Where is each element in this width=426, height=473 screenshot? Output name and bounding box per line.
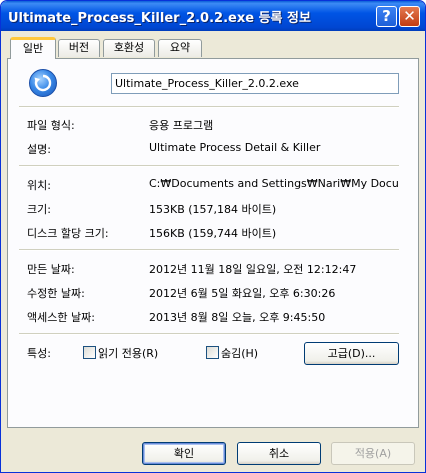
tab-general-label: 일반	[22, 42, 44, 55]
tab-general[interactable]: 일반	[10, 37, 56, 59]
tab-summary-label: 요약	[169, 41, 191, 54]
properties-dialog: Ultimate_Process_Killer_2.0.2.exe 등록 정보 …	[0, 0, 426, 473]
tab-compatibility[interactable]: 호환성	[103, 39, 155, 57]
modified-value: 2012년 6월 5일 화요일, 오후 6:30:26	[149, 287, 336, 300]
size-on-disk-label: 디스크 할당 크기:	[27, 227, 109, 240]
description-label: 설명:	[27, 143, 51, 156]
tab-summary[interactable]: 요약	[158, 39, 202, 57]
location-label: 위치:	[27, 179, 51, 192]
tab-version[interactable]: 버전	[58, 39, 100, 57]
ok-button-label: 확인	[173, 447, 195, 460]
file-type-label: 파일 형식:	[27, 119, 75, 132]
general-tab-panel	[7, 58, 419, 428]
readonly-label[interactable]: 읽기 전용(R)	[98, 345, 158, 361]
divider	[19, 333, 399, 335]
modified-label: 수정한 날짜:	[27, 287, 85, 300]
readonly-checkbox[interactable]	[83, 346, 96, 359]
refresh-arrows-icon	[29, 69, 57, 97]
help-icon: ?	[382, 7, 391, 25]
attributes-label: 특성:	[27, 347, 51, 360]
divider	[19, 165, 399, 167]
apply-button[interactable]: 적용(A)	[331, 442, 415, 465]
description-value: Ultimate Process Detail & Killer	[149, 141, 321, 154]
ok-button[interactable]: 확인	[142, 442, 226, 465]
close-icon: ✕	[403, 7, 416, 25]
title-bar[interactable]: Ultimate_Process_Killer_2.0.2.exe 등록 정보 …	[1, 1, 425, 31]
apply-button-label: 적용(A)	[354, 447, 392, 460]
location-value: C:₩Documents and Settings₩Nari₩My Docu	[149, 177, 399, 190]
file-name-field[interactable]: Ultimate_Process_Killer_2.0.2.exe	[111, 73, 399, 94]
hidden-label[interactable]: 숨김(H)	[221, 345, 258, 361]
close-button[interactable]: ✕	[399, 6, 420, 27]
advanced-button[interactable]: 고급(D)...	[304, 342, 399, 365]
tab-version-label: 버전	[68, 41, 90, 54]
accessed-label: 액세스한 날짜:	[27, 311, 95, 324]
created-label: 만든 날짜:	[27, 263, 75, 276]
hidden-checkbox[interactable]	[206, 346, 219, 359]
cancel-button[interactable]: 취소	[237, 442, 321, 465]
size-value: 153KB (157,184 바이트)	[149, 203, 277, 216]
help-button[interactable]: ?	[376, 6, 397, 27]
size-on-disk-value: 156KB (159,744 바이트)	[149, 227, 277, 240]
divider	[19, 249, 399, 251]
advanced-button-label: 고급(D)...	[327, 347, 376, 360]
tab-compatibility-label: 호환성	[113, 41, 145, 54]
cancel-button-label: 취소	[268, 447, 290, 460]
window-title: Ultimate_Process_Killer_2.0.2.exe 등록 정보	[8, 11, 311, 26]
accessed-value: 2013년 8월 8일 오늘, 오후 9:45:50	[149, 311, 326, 324]
divider	[19, 106, 399, 108]
created-value: 2012년 11월 18일 일요일, 오전 12:12:47	[149, 263, 357, 276]
size-label: 크기:	[27, 203, 51, 216]
file-type-value: 응용 프로그램	[149, 119, 214, 132]
